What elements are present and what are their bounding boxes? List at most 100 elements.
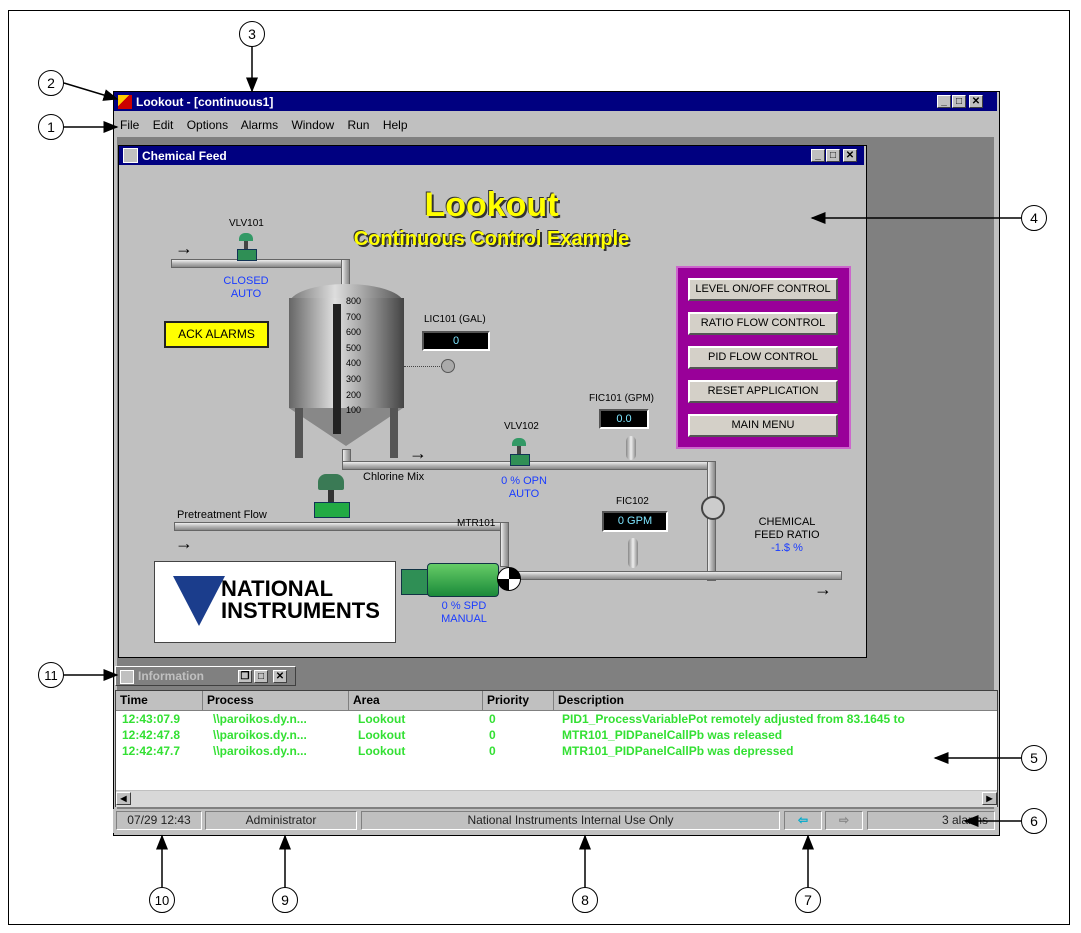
vlv102-mode: AUTO bbox=[508, 488, 540, 500]
ratio-flow-control-button[interactable]: RATIO FLOW CONTROL bbox=[688, 312, 838, 335]
child-minimize-icon[interactable]: _ bbox=[811, 149, 825, 162]
scale-100: 100 bbox=[346, 405, 362, 416]
information-title-tab[interactable]: Information ❐ □ ✕ bbox=[115, 666, 296, 686]
panel-icon bbox=[123, 148, 138, 163]
child-close-icon[interactable]: ✕ bbox=[843, 149, 857, 162]
row-process: \\paroikos.dy.n... bbox=[213, 744, 307, 758]
flow-arrow-in: → bbox=[175, 238, 193, 258]
col-time[interactable]: Time bbox=[116, 691, 203, 710]
status-bar: 07/29 12:43 Administrator National Instr… bbox=[113, 809, 998, 833]
level-transmitter-icon bbox=[441, 359, 455, 373]
info-maximize-icon[interactable]: □ bbox=[254, 670, 268, 683]
main-menu-button[interactable]: MAIN MENU bbox=[688, 414, 838, 437]
menu-alarms[interactable]: Alarms bbox=[241, 118, 278, 132]
info-restore-icon[interactable]: ❐ bbox=[238, 670, 252, 683]
mtr101-pump-icon[interactable] bbox=[401, 561, 521, 597]
callout-2: 2 bbox=[38, 70, 64, 96]
riser-pipe bbox=[707, 461, 716, 581]
horizontal-scrollbar[interactable]: ◀ ▶ bbox=[116, 790, 997, 807]
row-priority: 0 bbox=[489, 712, 496, 726]
col-area[interactable]: Area bbox=[349, 691, 483, 710]
row-process: \\paroikos.dy.n... bbox=[213, 712, 307, 726]
level-on-off-control-button[interactable]: LEVEL ON/OFF CONTROL bbox=[688, 278, 838, 301]
vlv101-state: CLOSED bbox=[223, 275, 269, 287]
scroll-right-icon[interactable]: ▶ bbox=[982, 792, 997, 805]
vlv102-state: 0 % OPN bbox=[501, 475, 547, 487]
status-user: Administrator bbox=[205, 811, 357, 830]
vlv102-valve-icon[interactable] bbox=[510, 438, 530, 466]
info-close-icon[interactable]: ✕ bbox=[273, 670, 287, 683]
minimize-icon[interactable]: _ bbox=[937, 95, 951, 108]
fic101-transmitter-icon bbox=[626, 436, 636, 460]
discharge-pipe bbox=[504, 571, 842, 580]
menu-bar: File Edit Options Alarms Window Run Help bbox=[120, 118, 418, 132]
app-title: Lookout - [continuous1] bbox=[136, 94, 274, 109]
col-description[interactable]: Description bbox=[554, 691, 997, 710]
alarm-list: Time Process Area Priority Description 1… bbox=[115, 690, 998, 807]
row-priority: 0 bbox=[489, 728, 496, 742]
reset-application-button[interactable]: RESET APPLICATION bbox=[688, 380, 838, 403]
chemical-feed-window: Chemical Feed _ □ ✕ Lookout Continuous C… bbox=[118, 145, 867, 658]
scale-200: 200 bbox=[346, 389, 362, 400]
menu-help[interactable]: Help bbox=[383, 118, 408, 132]
lic101-label: LIC101 (GAL) bbox=[424, 314, 486, 325]
panel-subheading: Continuous Control Example bbox=[353, 228, 630, 250]
maximize-icon[interactable]: □ bbox=[952, 95, 966, 108]
col-process[interactable]: Process bbox=[203, 691, 349, 710]
scale-600: 600 bbox=[346, 327, 362, 338]
row-time: 12:42:47.8 bbox=[122, 728, 181, 742]
col-priority[interactable]: Priority bbox=[483, 691, 554, 710]
info-window-icon bbox=[120, 670, 134, 684]
scale-300: 300 bbox=[346, 373, 362, 384]
chlorine-mix-label: Chlorine Mix bbox=[363, 471, 425, 483]
vlv101-valve-icon[interactable] bbox=[237, 233, 257, 261]
ni-logo-text: NATIONAL INSTRUMENTS bbox=[221, 576, 380, 623]
pretreatment-valve-icon[interactable] bbox=[314, 474, 350, 524]
mtr101-label: MTR101 bbox=[457, 518, 496, 529]
row-priority: 0 bbox=[489, 744, 496, 758]
callout-8: 8 bbox=[572, 887, 598, 913]
menu-file[interactable]: File bbox=[120, 118, 139, 132]
vlv101-label: VLV101 bbox=[229, 218, 264, 229]
scale-800: 800 bbox=[346, 296, 362, 306]
vlv101-mode: AUTO bbox=[230, 288, 262, 300]
ni-logo: NATIONAL INSTRUMENTS bbox=[154, 561, 396, 643]
close-icon[interactable]: ✕ bbox=[969, 95, 983, 108]
lic101-readout: 0 bbox=[422, 331, 490, 351]
vlv102-label: VLV102 bbox=[504, 421, 539, 432]
scale-400: 400 bbox=[346, 358, 362, 369]
flow-arrow-pretreat: → bbox=[175, 533, 193, 553]
forward-arrow-icon[interactable]: ⇨ bbox=[825, 811, 863, 830]
fic101-label: FIC101 (GPM) bbox=[589, 393, 655, 404]
ack-alarms-button[interactable]: ACK ALARMS bbox=[164, 321, 269, 348]
row-time: 12:42:47.7 bbox=[122, 744, 181, 758]
callout-3: 3 bbox=[239, 21, 265, 47]
info-window-title: Information bbox=[138, 669, 204, 683]
callout-5: 5 bbox=[1021, 745, 1047, 771]
row-area: Lookout bbox=[358, 728, 406, 742]
status-alarms: 3 alarms bbox=[867, 811, 995, 830]
menu-window[interactable]: Window bbox=[291, 118, 334, 132]
callout-9: 9 bbox=[272, 887, 298, 913]
alarm-list-header: Time Process Area Priority Description bbox=[116, 691, 997, 711]
chemical-feed-title-bar[interactable]: Chemical Feed _ □ ✕ bbox=[119, 146, 864, 165]
child-maximize-icon[interactable]: □ bbox=[826, 149, 840, 162]
menu-options[interactable]: Options bbox=[187, 118, 228, 132]
feed-ratio-line2: FEED RATIO bbox=[754, 529, 820, 541]
back-arrow-icon[interactable]: ⇦ bbox=[784, 811, 822, 830]
menu-edit[interactable]: Edit bbox=[153, 118, 174, 132]
pid-flow-control-button[interactable]: PID FLOW CONTROL bbox=[688, 346, 838, 369]
fic102-transmitter-icon bbox=[628, 538, 638, 568]
fic102-readout: 0 GPM bbox=[602, 511, 668, 532]
row-area: Lookout bbox=[358, 744, 406, 758]
main-title-bar[interactable]: Lookout - [continuous1] _ □ ✕ bbox=[114, 92, 997, 111]
status-message: National Instruments Internal Use Only bbox=[361, 811, 780, 830]
feed-ratio-value: -1.$ % bbox=[771, 542, 803, 554]
fic101-readout: 0.0 bbox=[599, 409, 649, 429]
row-time: 12:43:07.9 bbox=[122, 712, 181, 726]
menu-run[interactable]: Run bbox=[347, 118, 369, 132]
flow-arrow-out: → bbox=[814, 579, 832, 599]
mtr101-state: 0 % SPD bbox=[441, 600, 487, 612]
level-transmitter-line bbox=[404, 366, 442, 367]
scroll-left-icon[interactable]: ◀ bbox=[116, 792, 131, 805]
